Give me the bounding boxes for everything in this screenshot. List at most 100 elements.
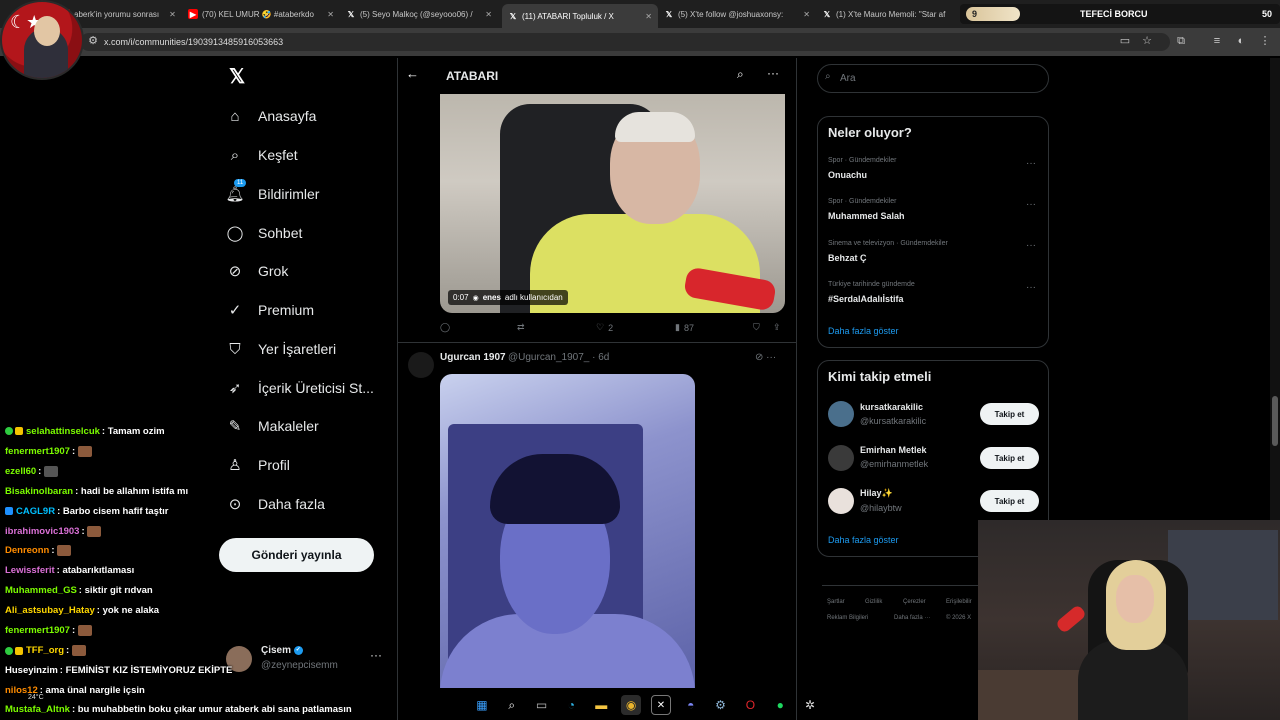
- nav-item-creator-studio[interactable]: ➶ İçerik Üreticisi St...: [220, 371, 374, 405]
- follow-button[interactable]: Takip et: [980, 490, 1039, 512]
- trends-show-more-link[interactable]: Daha fazla göster: [828, 326, 899, 336]
- edge-icon[interactable]: ◔: [561, 695, 581, 715]
- close-icon[interactable]: ✕: [479, 10, 498, 19]
- cast-icon[interactable]: ▭: [1118, 34, 1132, 48]
- chat-message: Denreonn:: [5, 545, 72, 556]
- avatar[interactable]: [828, 401, 854, 427]
- browser-tab[interactable]: 𝕏 (1) X'te Mauro Memoli: "Star af: [822, 4, 960, 24]
- video-user: enes: [482, 293, 501, 302]
- who-show-more-link[interactable]: Daha fazla göster: [828, 535, 899, 545]
- trend-name[interactable]: Behzat Ç: [828, 253, 867, 263]
- trend-name[interactable]: Muhammed Salah: [828, 211, 905, 221]
- nav-item-bookmarks[interactable]: ⛉ Yer İşaretleri: [220, 332, 336, 366]
- nav-item-notifications[interactable]: 🔔︎ 11 Bildirimler: [220, 177, 319, 211]
- suggested-user-name[interactable]: kursatkarakilic: [860, 402, 923, 412]
- footer-link[interactable]: Çerezler: [903, 599, 926, 605]
- trend-name[interactable]: Onuachu: [828, 170, 867, 180]
- more-icon[interactable]: ···: [1026, 158, 1036, 169]
- footer-link[interactable]: Daha fazla ···: [894, 615, 930, 621]
- avatar[interactable]: [828, 488, 854, 514]
- grok-icon[interactable]: ⊘: [755, 352, 763, 363]
- tab-title: (70) KEL UMUR 🤣 #ataberkdo: [202, 9, 314, 19]
- post-author-name[interactable]: Ugurcan 1907: [440, 352, 506, 363]
- post-menu[interactable]: ⊘ ···: [755, 352, 776, 363]
- weather-widget[interactable]: 24°C: [28, 694, 44, 701]
- bookmark-icon[interactable]: ⛉: [753, 322, 760, 333]
- follow-button[interactable]: Takip et: [980, 447, 1039, 469]
- star-icon[interactable]: ☆: [1140, 34, 1154, 48]
- x-icon[interactable]: ✕: [650, 695, 671, 715]
- nav-item-premium[interactable]: ✓ Premium: [220, 293, 314, 327]
- more-icon[interactable]: ···: [1026, 282, 1036, 293]
- close-icon[interactable]: ✕: [163, 10, 180, 19]
- chat-text: : Tamam ozim: [101, 426, 165, 437]
- video-attribution[interactable]: 0:07 ◉ enes adlı kullanıcıdan: [448, 290, 568, 305]
- repost-icon[interactable]: ⇄: [517, 322, 525, 333]
- chrome-icon[interactable]: ◉: [621, 695, 641, 715]
- browser-tab[interactable]: 𝕏 (5) X'te follow @joshuaxonsy: ✕: [664, 4, 816, 24]
- trend-meta: Spor · Gündemdekiler: [828, 198, 897, 205]
- extensions-icon[interactable]: ⧉: [1174, 34, 1188, 48]
- opera-icon[interactable]: O: [740, 695, 760, 715]
- browser-tab-active[interactable]: 𝕏 (11) ATABARI Topluluk / X ✕: [502, 4, 658, 28]
- x-logo-icon[interactable]: 𝕏: [226, 66, 248, 88]
- share-icon[interactable]: ⇪: [773, 322, 781, 333]
- search-icon[interactable]: ⌕: [737, 67, 744, 82]
- post-image[interactable]: [440, 374, 695, 688]
- like-button[interactable]: ♡ 2: [596, 322, 613, 333]
- search-input[interactable]: Ara: [817, 64, 1049, 93]
- taskview-icon[interactable]: ▭: [532, 695, 552, 715]
- browser-tab[interactable]: 𝕏 (5) Seyo Malkoç (@seyooo06) / ✕: [346, 4, 498, 24]
- more-icon[interactable]: ···: [766, 352, 776, 363]
- more-icon[interactable]: ···: [767, 66, 779, 80]
- avatar-face: [34, 16, 60, 46]
- nav-item-chat[interactable]: ◯ Sohbet: [220, 216, 303, 250]
- follow-button[interactable]: Takip et: [980, 403, 1039, 425]
- discord-icon[interactable]: ◓: [681, 695, 701, 715]
- settings-icon[interactable]: ✲: [800, 695, 820, 715]
- nav-item-articles[interactable]: ✎ Makaleler: [220, 409, 319, 443]
- reply-icon[interactable]: ◯: [440, 322, 450, 333]
- site-info-icon[interactable]: ⚙: [86, 34, 100, 48]
- nav-item-profile[interactable]: ♙ Profil: [220, 448, 290, 482]
- files-icon[interactable]: ▬: [591, 695, 611, 715]
- nav-item-more[interactable]: ⊙ Daha fazla: [220, 487, 325, 521]
- views-button[interactable]: ▮ 87: [675, 322, 694, 333]
- close-icon[interactable]: ✕: [639, 12, 658, 21]
- chat-user: Bisakinolbaran: [5, 486, 74, 497]
- trend-name[interactable]: #SerdalAdalıİstifa: [828, 294, 904, 304]
- account-menu-icon[interactable]: ···: [370, 648, 382, 662]
- close-icon[interactable]: ✕: [321, 10, 340, 19]
- footer-link[interactable]: Şartlar: [827, 599, 845, 605]
- more-icon[interactable]: ···: [1026, 199, 1036, 210]
- account-name[interactable]: Çisem ✓: [261, 645, 303, 656]
- tab-title: (11) ATABARI Topluluk / X: [522, 11, 614, 21]
- nav-item-home[interactable]: ⌂ Anasayfa: [220, 99, 316, 133]
- footer-link[interactable]: Gizlilik: [865, 599, 882, 605]
- suggested-user-name[interactable]: Hilay✨: [860, 488, 893, 499]
- suggested-user-name[interactable]: Emirhan Metlek: [860, 445, 927, 455]
- more-icon[interactable]: ···: [1026, 240, 1036, 251]
- nav-item-explore[interactable]: ⌕ Keşfet: [220, 138, 298, 172]
- footer-link[interactable]: Reklam Bilgileri: [827, 615, 868, 621]
- trend-meta: Türkiye tarihinde gündemde: [828, 281, 915, 288]
- avatar[interactable]: [408, 352, 434, 378]
- steam-icon[interactable]: ⚙: [711, 695, 731, 715]
- post-video[interactable]: [440, 94, 785, 313]
- url-field[interactable]: x.com/i/communities/1903913485916053663: [80, 33, 1170, 51]
- avatar[interactable]: [828, 445, 854, 471]
- suggested-user-handle: @hilaybtw: [860, 503, 902, 513]
- search-icon[interactable]: ⌕: [502, 695, 522, 715]
- footer-link[interactable]: Erişilebilir: [946, 599, 972, 605]
- browser-tab[interactable]: ▶ (70) KEL UMUR 🤣 #ataberkdo ✕: [188, 4, 340, 24]
- windows-icon[interactable]: ▦: [472, 695, 492, 715]
- spotify-icon[interactable]: ●: [770, 695, 790, 715]
- profile-icon[interactable]: ◐: [1234, 34, 1248, 48]
- close-icon[interactable]: ✕: [797, 10, 816, 19]
- reading-list-icon[interactable]: ≡: [1210, 34, 1224, 48]
- browser-menu-icon[interactable]: ⋮: [1258, 34, 1272, 48]
- scrollbar-thumb[interactable]: [1272, 396, 1278, 446]
- nav-item-grok[interactable]: ⊘ Grok: [220, 254, 289, 288]
- back-arrow-icon[interactable]: ←: [406, 66, 419, 81]
- post-button[interactable]: Gönderi yayınla: [219, 538, 374, 572]
